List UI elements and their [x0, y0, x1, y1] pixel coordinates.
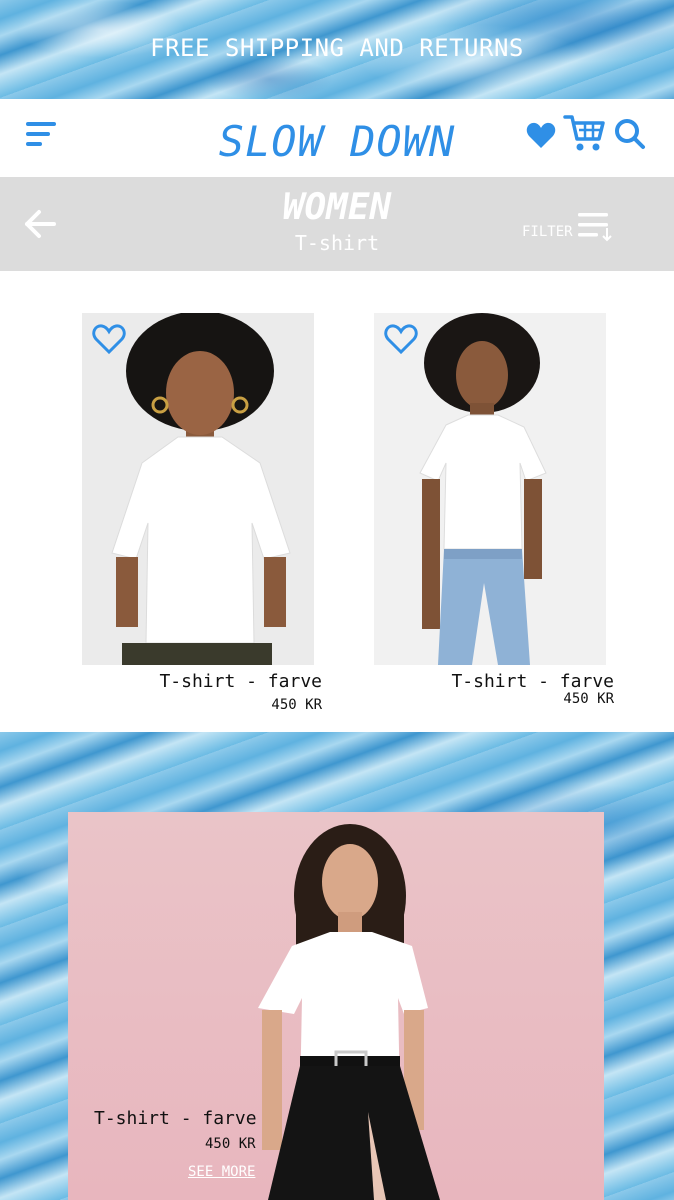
featured-product-name[interactable]: T-shirt - farve	[94, 1108, 257, 1129]
category-bar: WOMEN T-shirt FILTER	[0, 177, 674, 271]
product-name[interactable]: T-shirt - farve	[159, 671, 322, 692]
filter-label[interactable]: FILTER	[522, 224, 573, 240]
favorite-heart-icon[interactable]	[92, 323, 126, 355]
cart-icon[interactable]	[563, 113, 605, 153]
product-image[interactable]	[82, 313, 314, 665]
favorite-heart-icon[interactable]	[384, 323, 418, 355]
heart-icon[interactable]	[526, 121, 556, 149]
see-more-link[interactable]: SEE MORE	[188, 1164, 255, 1180]
promo-text: FREE SHIPPING AND RETURNS	[150, 33, 524, 62]
search-icon[interactable]	[614, 118, 646, 150]
featured-section: T-shirt - farve 450 KR SEE MORE	[0, 732, 674, 1200]
product-grid: T-shirt - farve 450 KR T-shirt - farve 4…	[0, 271, 674, 732]
product-image[interactable]	[374, 313, 606, 665]
featured-product-price: 450 KR	[205, 1136, 256, 1152]
category-title: WOMEN	[282, 187, 392, 228]
site-header: SLOW DOWN	[0, 99, 674, 177]
featured-product-image[interactable]: T-shirt - farve 450 KR SEE MORE	[68, 812, 604, 1200]
product-price: 450 KR	[563, 691, 614, 707]
product-name[interactable]: T-shirt - farve	[451, 671, 614, 692]
product-price: 450 KR	[271, 697, 322, 713]
filter-sort-icon[interactable]	[578, 210, 614, 242]
promo-banner: FREE SHIPPING AND RETURNS	[0, 0, 674, 99]
